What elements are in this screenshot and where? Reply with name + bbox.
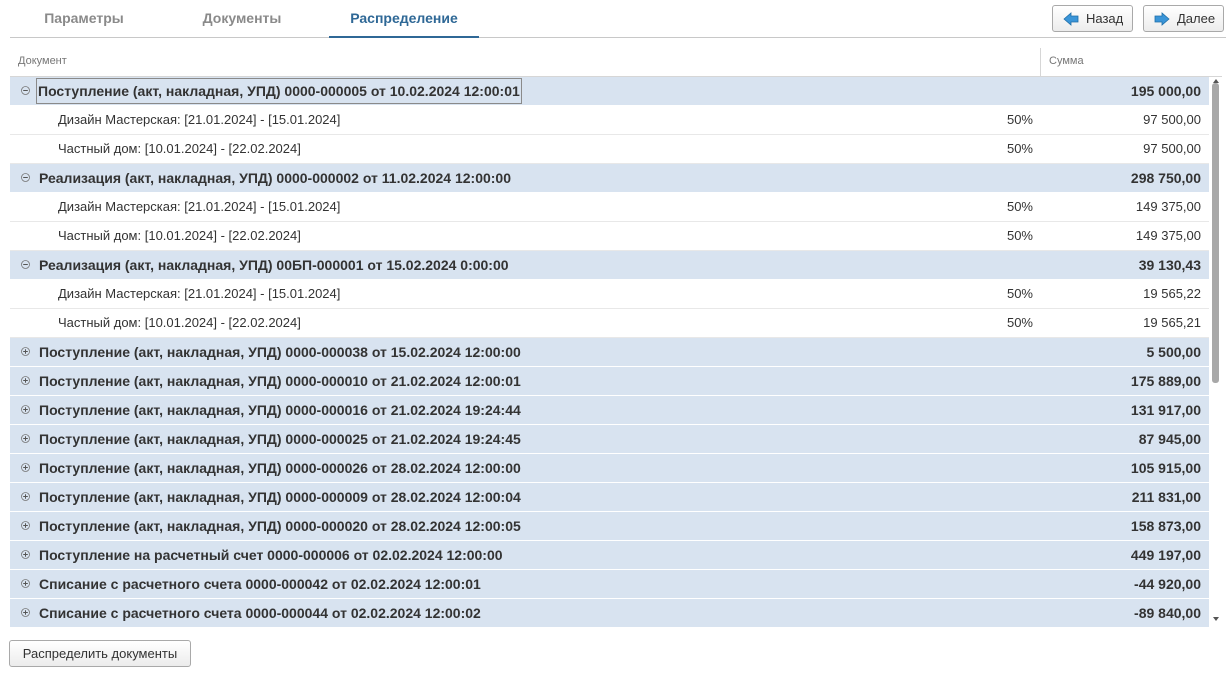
sum-cell: -89 840,00 [1134, 605, 1201, 621]
group-row[interactable]: Поступление (акт, накладная, УПД) 0000-0… [10, 367, 1209, 396]
document-title: Поступление (акт, накладная, УПД) 0000-0… [35, 77, 523, 105]
document-title: Списание с расчетного счета 0000-000044 … [39, 605, 481, 621]
percent-cell: 50% [1006, 112, 1033, 127]
sum-cell: 449 197,00 [1130, 547, 1201, 563]
table-row[interactable]: Дизайн Мастерская: [21.01.2024] - [15.01… [10, 280, 1209, 309]
project-period: Дизайн Мастерская: [21.01.2024] - [15.01… [58, 199, 341, 214]
distribution-table: Документ Сумма Поступление (акт, накладн… [10, 48, 1222, 630]
column-separator[interactable] [1040, 48, 1041, 76]
back-button-label: Назад [1086, 11, 1124, 26]
sum-cell: 149 375,00 [1135, 228, 1201, 243]
group-row[interactable]: Списание с расчетного счета 0000-000042 … [10, 570, 1209, 599]
plus-circle-icon[interactable] [21, 405, 30, 414]
percent-cell: 50% [1006, 315, 1033, 330]
group-row[interactable]: Списание с расчетного счета 0000-000044 … [10, 599, 1209, 628]
distribute-documents-button[interactable]: Распределить документы [9, 640, 191, 667]
group-row[interactable]: Поступление (акт, накладная, УПД) 0000-0… [10, 77, 1209, 106]
percent-cell: 50% [1006, 141, 1033, 156]
group-row[interactable]: Поступление на расчетный счет 0000-00000… [10, 541, 1209, 570]
scroll-thumb[interactable] [1212, 83, 1219, 383]
group-row[interactable]: Поступление (акт, накладная, УПД) 0000-0… [10, 454, 1209, 483]
project-period: Дизайн Мастерская: [21.01.2024] - [15.01… [58, 112, 341, 127]
back-button[interactable]: Назад [1052, 5, 1133, 32]
group-row[interactable]: Реализация (акт, накладная, УПД) 0000-00… [10, 164, 1209, 193]
plus-circle-icon[interactable] [21, 579, 30, 588]
plus-circle-icon[interactable] [21, 492, 30, 501]
document-title: Списание с расчетного счета 0000-000042 … [39, 576, 481, 592]
sum-cell: 175 889,00 [1130, 373, 1201, 389]
arrow-left-icon [1063, 11, 1079, 26]
table-body: Поступление (акт, накладная, УПД) 0000-0… [10, 77, 1209, 630]
sum-cell: -44 920,00 [1134, 576, 1201, 592]
tab-bar: Параметры Документы Распределение [10, 0, 1226, 38]
tab-parameters[interactable]: Параметры [10, 0, 158, 38]
arrow-right-icon [1154, 11, 1170, 26]
table-header: Документ Сумма [10, 48, 1222, 77]
sum-cell: 149 375,00 [1135, 199, 1201, 214]
sum-cell: 19 565,21 [1143, 315, 1201, 330]
column-header-sum[interactable]: Сумма [1049, 48, 1084, 76]
sum-cell: 298 750,00 [1130, 170, 1201, 186]
plus-circle-icon[interactable] [21, 376, 30, 385]
sum-cell: 158 873,00 [1130, 518, 1201, 534]
document-title: Реализация (акт, накладная, УПД) 00БП-00… [39, 257, 509, 273]
document-title: Поступление (акт, накладная, УПД) 0000-0… [39, 431, 521, 447]
table-row[interactable]: Частный дом: [10.01.2024] - [22.02.2024]… [10, 135, 1209, 164]
group-row[interactable]: Поступление (акт, накладная, УПД) 0000-0… [10, 425, 1209, 454]
project-period: Частный дом: [10.01.2024] - [22.02.2024] [58, 141, 301, 156]
document-title: Реализация (акт, накладная, УПД) 0000-00… [39, 170, 511, 186]
plus-circle-icon[interactable] [21, 347, 30, 356]
document-title: Поступление (акт, накладная, УПД) 0000-0… [39, 460, 521, 476]
sum-cell: 97 500,00 [1143, 112, 1201, 127]
vertical-scrollbar[interactable] [1210, 77, 1222, 630]
group-row[interactable]: Поступление (акт, накладная, УПД) 0000-0… [10, 396, 1209, 425]
document-title: Поступление (акт, накладная, УПД) 0000-0… [39, 489, 521, 505]
sum-cell: 195 000,00 [1130, 83, 1201, 99]
document-title: Поступление (акт, накладная, УПД) 0000-0… [39, 373, 521, 389]
plus-circle-icon[interactable] [21, 434, 30, 443]
next-button-label: Далее [1177, 11, 1216, 26]
sum-cell: 211 831,00 [1131, 489, 1201, 505]
document-title: Поступление (акт, накладная, УПД) 0000-0… [39, 344, 521, 360]
group-row[interactable]: Поступление (акт, накладная, УПД) 0000-0… [10, 338, 1209, 367]
tab-distribution[interactable]: Распределение [329, 0, 479, 38]
percent-cell: 50% [1006, 286, 1033, 301]
sum-cell: 39 130,43 [1138, 257, 1201, 273]
minus-circle-icon[interactable] [21, 86, 30, 95]
document-title: Поступление (акт, накладная, УПД) 0000-0… [39, 518, 521, 534]
plus-circle-icon[interactable] [21, 608, 30, 617]
table-row[interactable]: Дизайн Мастерская: [21.01.2024] - [15.01… [10, 106, 1209, 135]
sum-cell: 97 500,00 [1143, 141, 1201, 156]
minus-circle-icon[interactable] [21, 173, 30, 182]
column-header-document[interactable]: Документ [18, 48, 67, 76]
table-row[interactable]: Дизайн Мастерская: [21.01.2024] - [15.01… [10, 193, 1209, 222]
minus-circle-icon[interactable] [21, 260, 30, 269]
sum-cell: 87 945,00 [1138, 431, 1201, 447]
sum-cell: 5 500,00 [1146, 344, 1202, 360]
next-button[interactable]: Далее [1143, 5, 1224, 32]
document-title: Поступление на расчетный счет 0000-00000… [39, 547, 503, 563]
group-row[interactable]: Поступление (акт, накладная, УПД) 0000-0… [10, 483, 1209, 512]
tab-documents[interactable]: Документы [168, 0, 316, 38]
group-row[interactable]: Реализация (акт, накладная, УПД) 00БП-00… [10, 251, 1209, 280]
plus-circle-icon[interactable] [21, 521, 30, 530]
table-row[interactable]: Частный дом: [10.01.2024] - [22.02.2024]… [10, 309, 1209, 338]
document-title: Поступление (акт, накладная, УПД) 0000-0… [39, 402, 521, 418]
group-row[interactable]: Поступление (акт, накладная, УПД) 0000-0… [10, 512, 1209, 541]
table-row[interactable]: Частный дом: [10.01.2024] - [22.02.2024]… [10, 222, 1209, 251]
project-period: Частный дом: [10.01.2024] - [22.02.2024] [58, 228, 301, 243]
percent-cell: 50% [1006, 228, 1033, 243]
sum-cell: 105 915,00 [1130, 460, 1201, 476]
project-period: Дизайн Мастерская: [21.01.2024] - [15.01… [58, 286, 341, 301]
sum-cell: 131 917,00 [1130, 402, 1201, 418]
plus-circle-icon[interactable] [21, 463, 30, 472]
percent-cell: 50% [1006, 199, 1033, 214]
scroll-down-icon[interactable] [1213, 617, 1219, 621]
project-period: Частный дом: [10.01.2024] - [22.02.2024] [58, 315, 301, 330]
plus-circle-icon[interactable] [21, 550, 30, 559]
sum-cell: 19 565,22 [1143, 286, 1201, 301]
